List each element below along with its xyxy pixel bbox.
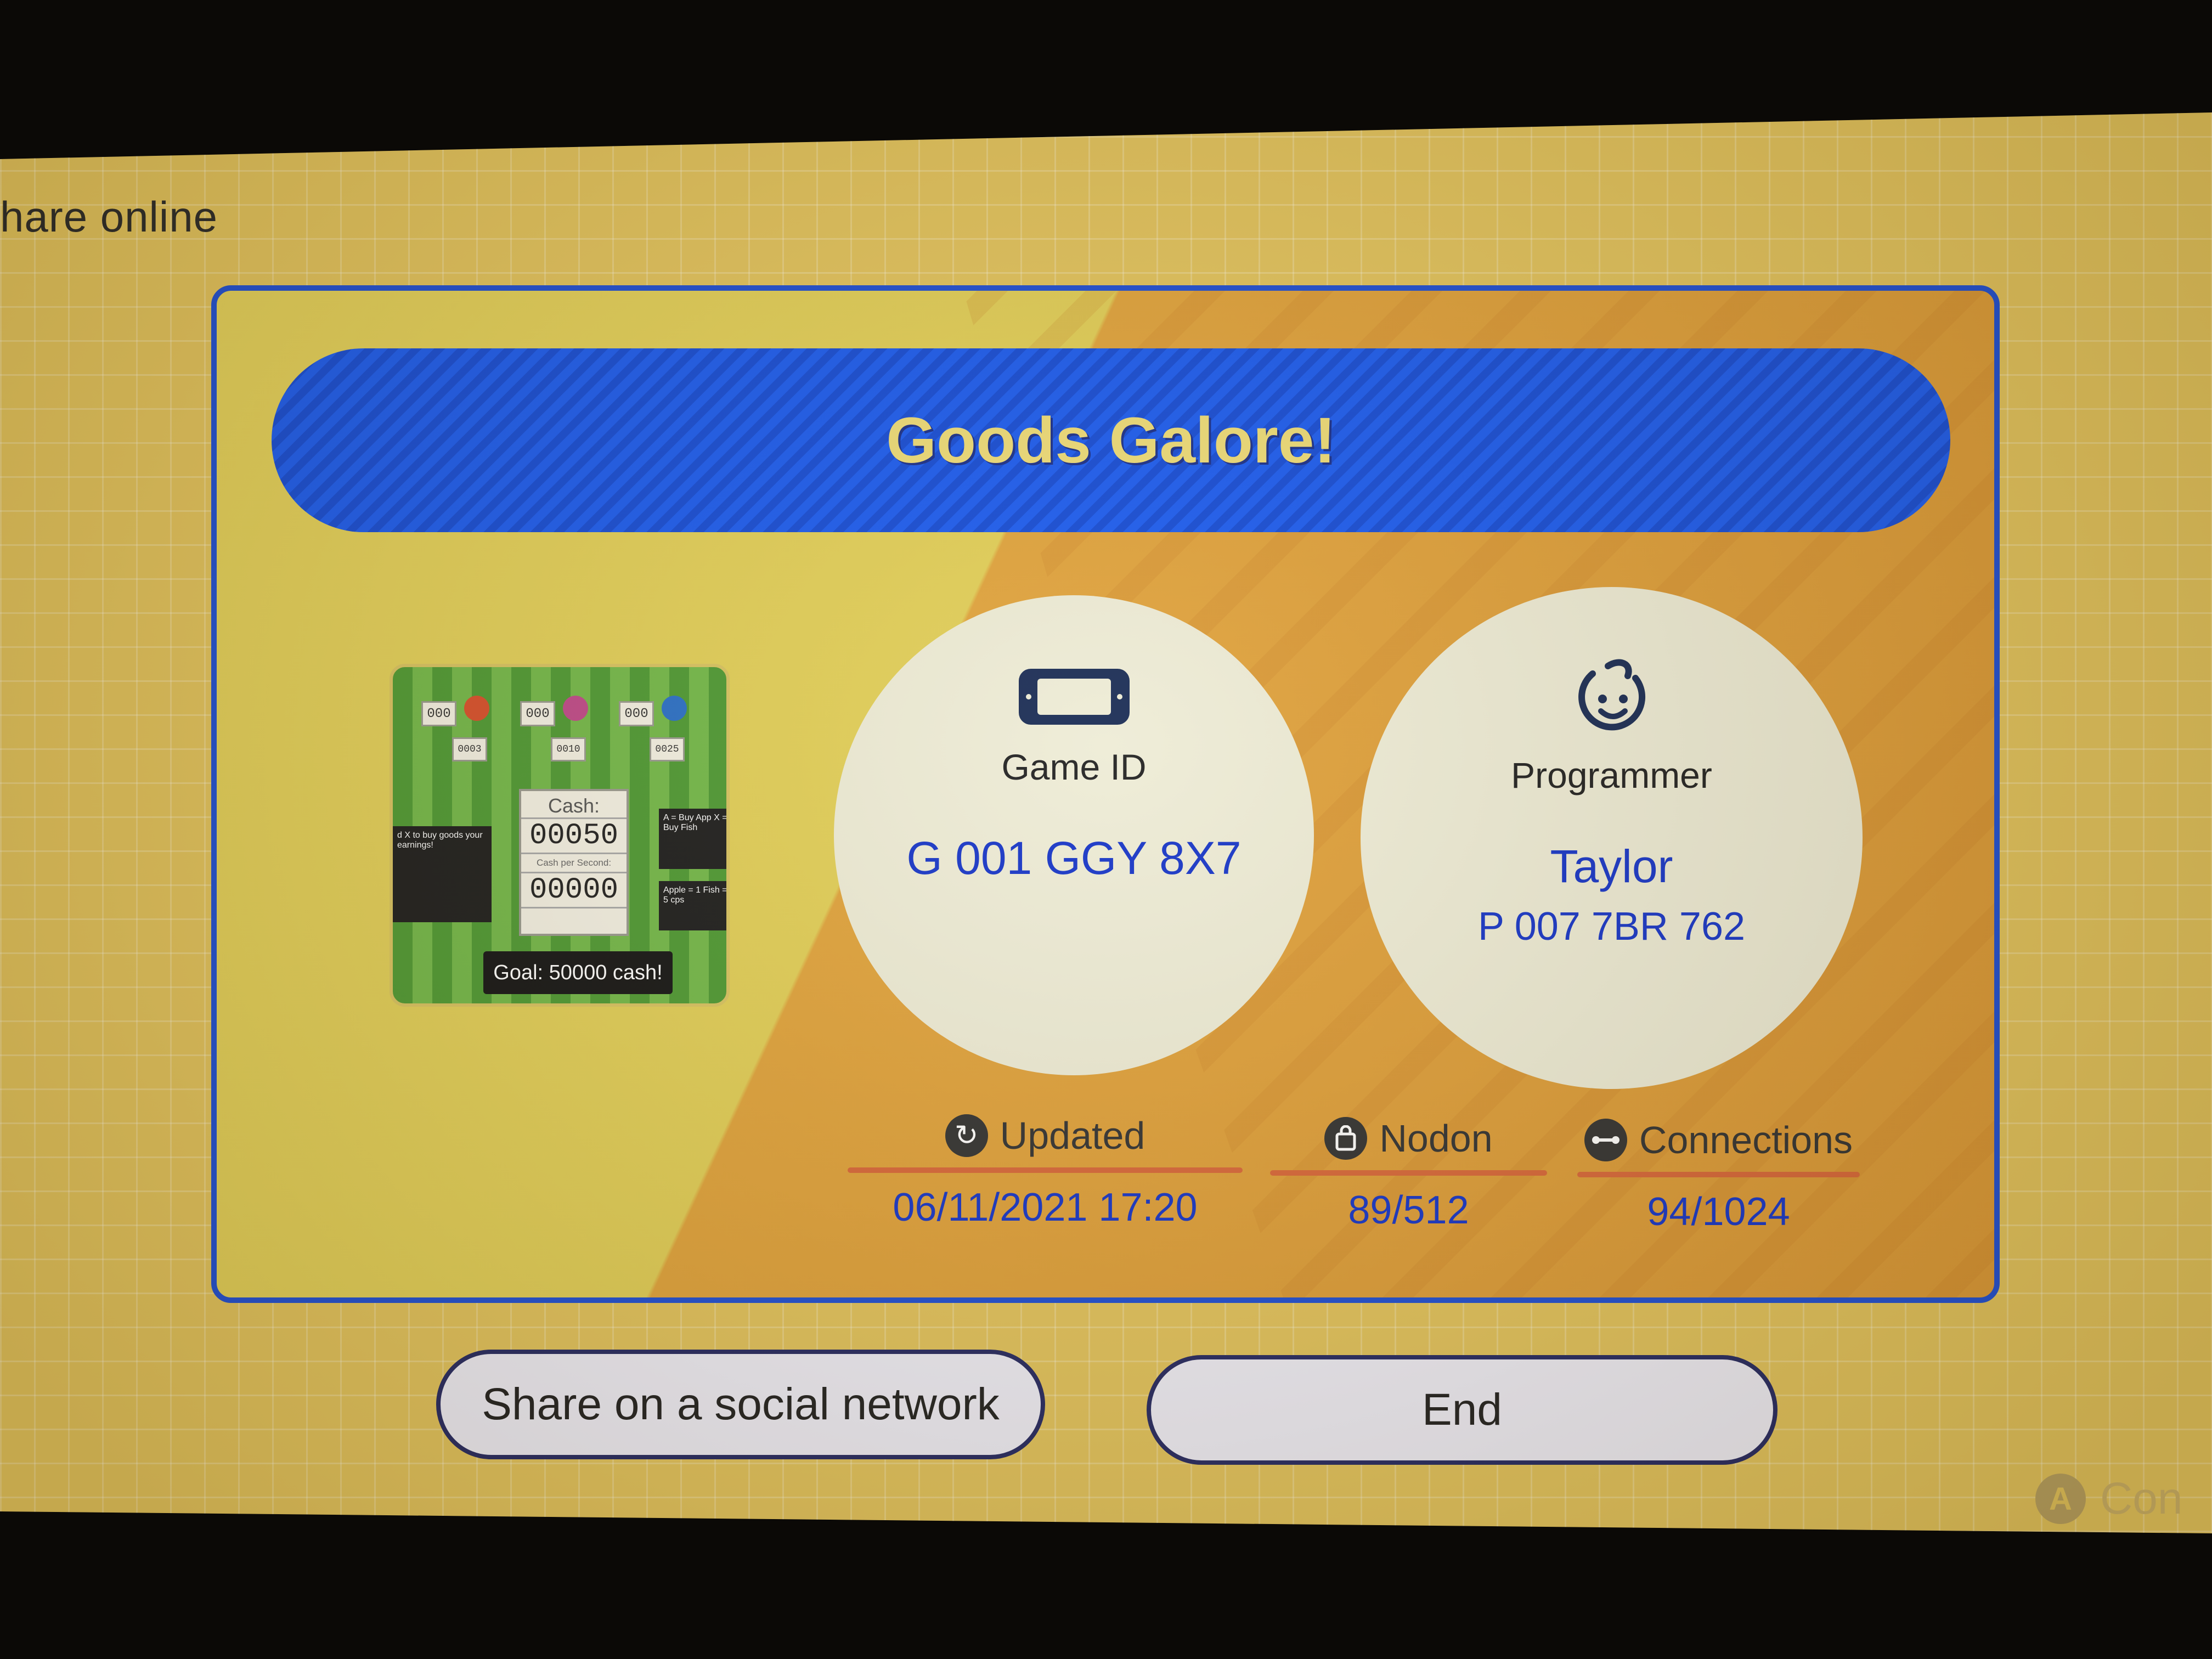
updated-value: 06/11/2021 17:20 [893,1186,1198,1229]
bag-icon [1324,1117,1368,1160]
confirm-hint-label: Con [2100,1474,2183,1523]
thumb-price: 0003 [452,737,487,761]
turnip-icon [563,696,588,721]
stat-connections: Connections 94/1024 [1577,1113,1860,1234]
programmer-circle: Programmer Taylor P 007 7BR 762 [1361,587,1863,1089]
game-info-card: Goods Galore! 000 000 000 0003 0010 0025… [211,285,2000,1303]
nodon-value: 89/512 [1348,1188,1469,1232]
thumb-right-panel: A = Buy App X = Buy Fish [659,809,726,869]
divider [1577,1172,1860,1177]
game-id-circle: Game ID G 001 GGY 8X7 [834,595,1314,1075]
thumb-price: 0025 [650,737,685,761]
thumb-left-panel: d X to buy goods your earnings! [393,826,492,922]
divider [848,1167,1243,1173]
thumb-price: 0010 [551,737,586,761]
refresh-icon: ↻ [945,1114,988,1157]
smiley-face-icon [1571,658,1653,738]
game-id-value: G 001 GGY 8X7 [906,832,1242,884]
thumb-box: 000 [619,701,654,726]
thumb-box: 000 [421,701,456,726]
programmer-name: Taylor [1550,840,1673,892]
thumb-goal: Goal: 50000 cash! [483,951,673,994]
thumb-cash-panel: Cash: 00050 Cash per Second: 00000 [519,789,629,936]
updated-label: Updated [1000,1114,1146,1157]
connections-value: 94/1024 [1647,1190,1790,1234]
game-id-label: Game ID [1001,747,1147,787]
thumb-box: 000 [520,701,555,726]
share-social-button[interactable]: Share on a social network [436,1350,1045,1459]
handheld-console-icon [1017,667,1132,730]
confirm-hint: A Con [2035,1473,2182,1525]
end-button[interactable]: End [1147,1355,1778,1465]
thumb-cash-value: 00050 [521,817,627,854]
page-title: hare online [0,193,218,241]
a-button-icon: A [2035,1474,2086,1524]
game-thumbnail: 000 000 000 0003 0010 0025 Cash: 00050 C… [390,664,730,1007]
thumb-right-panel: Apple = 1 Fish = 5 cps [659,881,726,930]
thumb-cash-label: Cash: [548,794,600,817]
connection-icon [1584,1119,1627,1161]
apple-icon [464,696,489,721]
stat-nodon: Nodon 89/512 [1270,1111,1547,1233]
connections-label: Connections [1639,1119,1853,1161]
stat-updated: ↻ Updated 06/11/2021 17:20 [848,1108,1243,1230]
game-title-banner: Goods Galore! [272,348,1950,532]
programmer-id: P 007 7BR 762 [1477,905,1746,949]
divider [1270,1170,1547,1176]
game-title: Goods Galore! [886,404,1336,477]
fish-icon [662,696,687,721]
thumb-cps-value: 00000 [521,872,627,909]
screen: hare online Goods Galore! 000 000 000 00… [0,112,2212,1533]
programmer-label: Programmer [1511,755,1712,795]
thumb-cps-label: Cash per Second: [536,857,612,868]
nodon-label: Nodon [1379,1117,1493,1160]
